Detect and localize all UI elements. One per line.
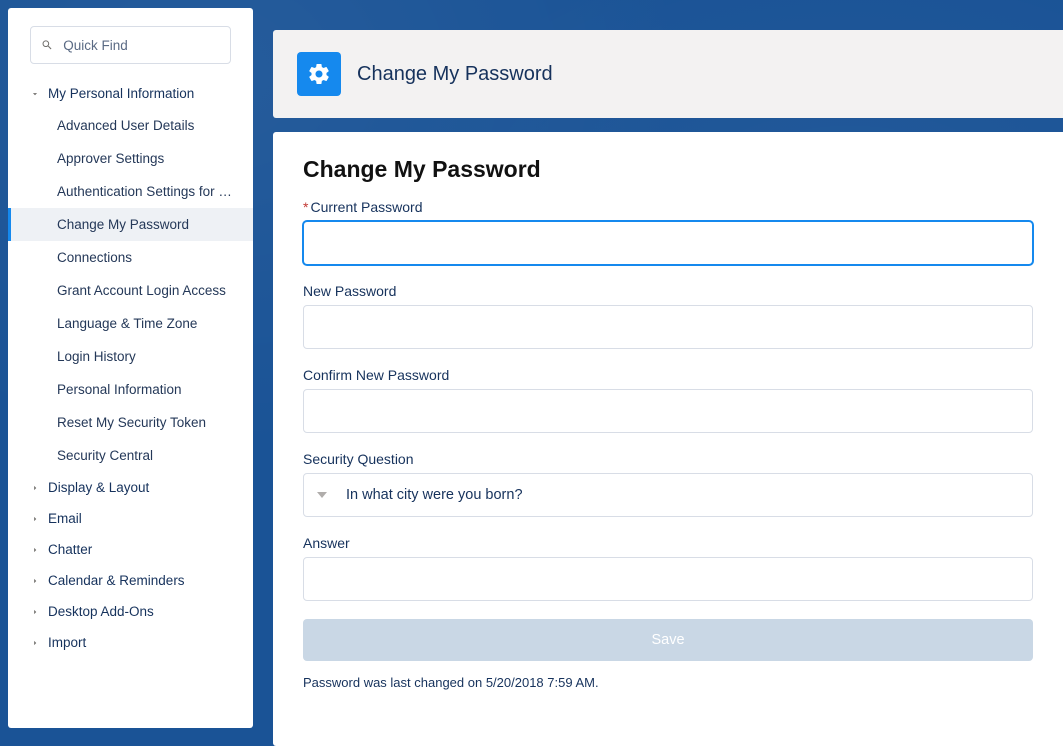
nav-group-label: Chatter <box>48 542 92 557</box>
chevron-right-icon <box>30 576 40 586</box>
chevron-down-icon <box>30 89 40 99</box>
nav-group-label: My Personal Information <box>48 86 194 101</box>
nav-item-change-my-password[interactable]: Change My Password <box>8 208 253 241</box>
page-header: Change My Password <box>273 30 1063 118</box>
new-password-label: New Password <box>303 283 1033 299</box>
main: Change My Password Change My Password *C… <box>273 8 1063 746</box>
chevron-right-icon <box>30 607 40 617</box>
security-question-label: Security Question <box>303 451 1033 467</box>
nav-item-authentication-settings[interactable]: Authentication Settings for Ext... <box>8 175 253 208</box>
nav-item-connections[interactable]: Connections <box>8 241 253 274</box>
current-password-input[interactable] <box>303 221 1033 265</box>
search-icon <box>41 38 53 52</box>
nav-item-approver-settings[interactable]: Approver Settings <box>8 142 253 175</box>
chevron-down-icon <box>317 492 327 498</box>
nav-group-display-layout[interactable]: Display & Layout <box>8 472 253 503</box>
nav-group-label: Calendar & Reminders <box>48 573 185 588</box>
save-button[interactable]: Save <box>303 619 1033 661</box>
chevron-right-icon <box>30 545 40 555</box>
new-password-input[interactable] <box>303 305 1033 349</box>
nav-group-label: Import <box>48 635 86 650</box>
nav-item-grant-account-login-access[interactable]: Grant Account Login Access <box>8 274 253 307</box>
nav-group-label: Desktop Add-Ons <box>48 604 154 619</box>
nav-item-security-central[interactable]: Security Central <box>8 439 253 472</box>
content-card: Change My Password *Current Password New… <box>273 132 1063 746</box>
search-input[interactable] <box>63 38 220 53</box>
current-password-label: *Current Password <box>303 199 1033 215</box>
nav-group-email[interactable]: Email <box>8 503 253 534</box>
chevron-right-icon <box>30 483 40 493</box>
nav-group-label: Email <box>48 511 82 526</box>
confirm-password-label: Confirm New Password <box>303 367 1033 383</box>
nav-item-advanced-user-details[interactable]: Advanced User Details <box>8 109 253 142</box>
nav-group-calendar-reminders[interactable]: Calendar & Reminders <box>8 565 253 596</box>
nav-group-chatter[interactable]: Chatter <box>8 534 253 565</box>
gear-badge <box>297 52 341 96</box>
nav-group-label: Display & Layout <box>48 480 149 495</box>
gear-icon <box>307 62 331 86</box>
nav-item-login-history[interactable]: Login History <box>8 340 253 373</box>
nav-item-reset-security-token[interactable]: Reset My Security Token <box>8 406 253 439</box>
required-marker: * <box>303 199 308 215</box>
nav-group-desktop-addons[interactable]: Desktop Add-Ons <box>8 596 253 627</box>
nav-item-personal-information[interactable]: Personal Information <box>8 373 253 406</box>
nav-item-language-time-zone[interactable]: Language & Time Zone <box>8 307 253 340</box>
security-question-select[interactable]: In what city were you born? <box>303 473 1033 517</box>
answer-input[interactable] <box>303 557 1033 601</box>
answer-label: Answer <box>303 535 1033 551</box>
security-question-value: In what city were you born? <box>303 473 1033 517</box>
nav: My Personal Information Advanced User De… <box>8 78 253 658</box>
chevron-right-icon <box>30 638 40 648</box>
nav-group-import[interactable]: Import <box>8 627 253 658</box>
content-title: Change My Password <box>303 156 1033 183</box>
confirm-password-input[interactable] <box>303 389 1033 433</box>
sidebar: My Personal Information Advanced User De… <box>8 8 253 728</box>
page-title: Change My Password <box>357 63 553 86</box>
password-last-changed-note: Password was last changed on 5/20/2018 7… <box>303 675 1033 690</box>
search-box[interactable] <box>30 26 231 64</box>
nav-group-my-personal-info[interactable]: My Personal Information <box>8 78 253 109</box>
chevron-right-icon <box>30 514 40 524</box>
